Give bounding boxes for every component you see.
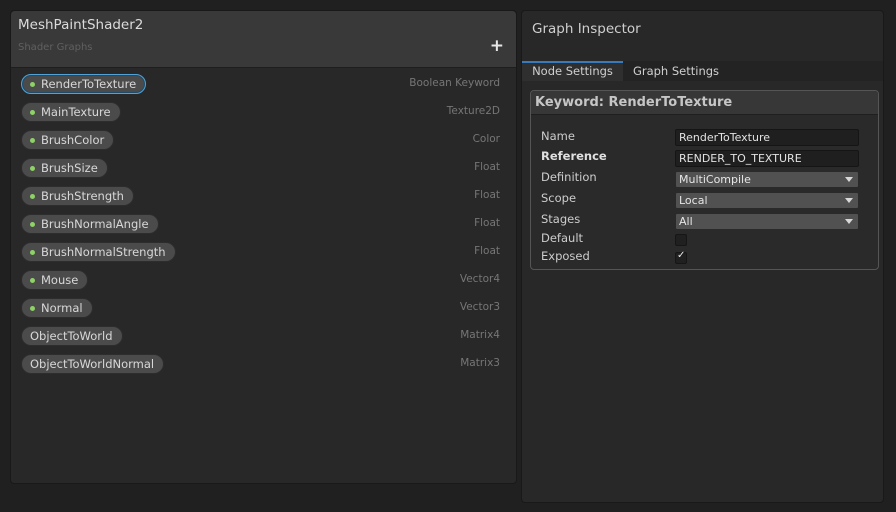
scope-dropdown[interactable]: Local	[675, 192, 859, 209]
property-pill[interactable]: BrushStrength	[21, 186, 134, 206]
property-name: BrushStrength	[41, 189, 124, 203]
exposed-dot-icon	[30, 249, 35, 255]
exposed-dot-icon	[30, 221, 35, 227]
property-row[interactable]: BrushColor Color	[11, 130, 516, 154]
property-name: BrushSize	[41, 161, 98, 175]
chevron-down-icon	[845, 219, 853, 224]
chevron-down-icon	[845, 177, 853, 182]
name-field[interactable]: RenderToTexture	[675, 129, 859, 146]
definition-label: Definition	[541, 170, 597, 184]
default-label: Default	[541, 231, 584, 245]
property-name: BrushNormalStrength	[41, 245, 166, 259]
exposed-dot-icon	[30, 193, 35, 199]
property-type: Float	[474, 189, 500, 201]
property-type: Texture2D	[446, 105, 500, 117]
property-name: ObjectToWorldNormal	[30, 357, 155, 371]
property-name: RenderToTexture	[41, 77, 137, 91]
property-pill[interactable]: ObjectToWorldNormal	[21, 354, 165, 374]
property-pill[interactable]: Mouse	[21, 270, 89, 290]
property-pill[interactable]: Normal	[21, 298, 93, 318]
exposed-dot-icon	[30, 165, 35, 171]
exposed-dot-icon	[30, 109, 35, 115]
property-pill[interactable]: BrushNormalStrength	[21, 242, 176, 262]
stages-value: All	[679, 215, 693, 228]
stages-label: Stages	[541, 212, 581, 226]
property-type: Float	[474, 245, 500, 257]
inspector-tabs: Node Settings Graph Settings	[522, 61, 883, 81]
property-type: Vector4	[459, 273, 500, 285]
property-name: BrushColor	[41, 133, 105, 147]
property-name: Mouse	[41, 273, 79, 287]
property-name: Normal	[41, 301, 83, 315]
blackboard-title: MeshPaintShader2	[18, 17, 144, 33]
property-row[interactable]: BrushStrength Float	[11, 186, 516, 210]
property-pill[interactable]: ObjectToWorld	[21, 326, 123, 346]
keyword-header: Keyword: RenderToTexture	[531, 91, 878, 115]
property-row[interactable]: ObjectToWorldNormal Matrix3	[11, 354, 516, 378]
exposed-checkbox[interactable]: ✓	[675, 250, 687, 264]
property-pill[interactable]: BrushNormalAngle	[21, 214, 159, 234]
name-label: Name	[541, 129, 575, 143]
chevron-down-icon	[845, 198, 853, 203]
property-pill[interactable]: MainTexture	[21, 102, 121, 122]
property-type: Float	[474, 217, 500, 229]
exposed-dot-icon	[30, 81, 35, 87]
property-type: Matrix3	[460, 357, 500, 369]
property-row[interactable]: BrushSize Float	[11, 158, 516, 182]
inspector-title: Graph Inspector	[532, 21, 641, 37]
inspector-header: Graph Inspector	[522, 11, 883, 61]
property-type: Color	[472, 133, 500, 145]
definition-value: MultiCompile	[679, 173, 751, 186]
checkmark-icon: ✓	[677, 250, 686, 261]
property-row[interactable]: BrushNormalAngle Float	[11, 214, 516, 238]
property-type: Matrix4	[460, 329, 500, 341]
default-checkbox[interactable]	[675, 234, 687, 246]
property-row[interactable]: Normal Vector3	[11, 298, 516, 322]
property-pill[interactable]: BrushColor	[21, 130, 115, 150]
tab-node-settings[interactable]: Node Settings	[522, 61, 623, 81]
tab-graph-settings[interactable]: Graph Settings	[623, 61, 729, 81]
reference-field[interactable]: RENDER_TO_TEXTURE	[675, 150, 859, 167]
exposed-label: Exposed	[541, 249, 590, 263]
property-row[interactable]: MainTexture Texture2D	[11, 102, 516, 126]
scope-label: Scope	[541, 191, 577, 205]
property-pill[interactable]: RenderToTexture	[21, 74, 147, 94]
property-pill[interactable]: BrushSize	[21, 158, 108, 178]
blackboard-subtitle: Shader Graphs	[18, 42, 93, 53]
exposed-dot-icon	[30, 137, 35, 143]
exposed-dot-icon	[30, 277, 35, 283]
property-name: ObjectToWorld	[30, 329, 113, 343]
property-row[interactable]: BrushNormalStrength Float	[11, 242, 516, 266]
property-type: Boolean Keyword	[409, 77, 500, 89]
property-row[interactable]: RenderToTexture Boolean Keyword	[11, 74, 516, 98]
property-name: BrushNormalAngle	[41, 217, 149, 231]
property-type: Vector3	[459, 301, 500, 313]
add-property-button[interactable]: +	[490, 36, 504, 56]
scope-value: Local	[679, 194, 708, 207]
property-name: MainTexture	[41, 105, 111, 119]
definition-dropdown[interactable]: MultiCompile	[675, 171, 859, 188]
property-row[interactable]: ObjectToWorld Matrix4	[11, 326, 516, 350]
blackboard-panel: MeshPaintShader2 Shader Graphs + RenderT…	[10, 10, 517, 484]
blackboard-header: MeshPaintShader2 Shader Graphs +	[11, 11, 516, 68]
property-row[interactable]: Mouse Vector4	[11, 270, 516, 294]
graph-inspector-panel: Graph Inspector Node Settings Graph Sett…	[521, 10, 884, 503]
property-type: Float	[474, 161, 500, 173]
keyword-title: Keyword: RenderToTexture	[535, 95, 733, 110]
stages-dropdown[interactable]: All	[675, 213, 859, 230]
reference-label: Reference	[541, 149, 607, 163]
exposed-dot-icon	[30, 305, 35, 311]
keyword-settings-box: Keyword: RenderToTexture Name RenderToTe…	[530, 90, 879, 270]
